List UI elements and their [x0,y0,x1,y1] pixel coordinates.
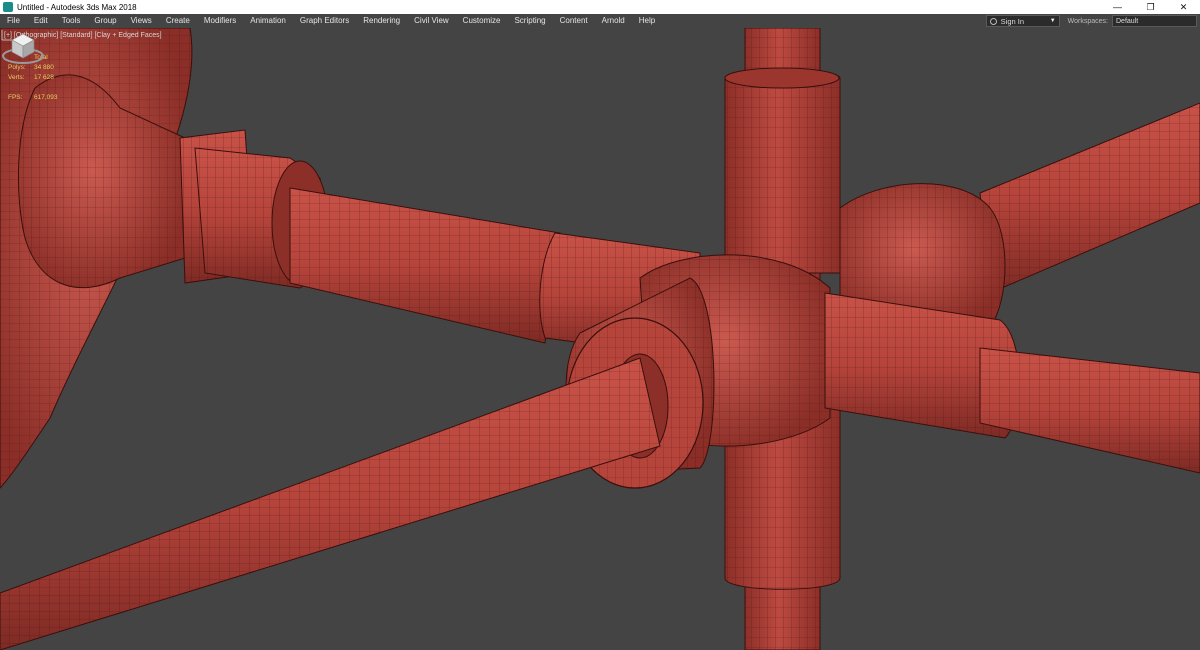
menu-arnold[interactable]: Arnold [595,14,632,28]
menu-graph-editors[interactable]: Graph Editors [293,14,356,28]
workspace-dropdown[interactable]: Default [1112,15,1197,27]
restore-button[interactable]: ❐ [1134,0,1167,14]
rod-upper-left[interactable] [289,187,561,344]
perspective-viewport[interactable]: [+] [Orthographic] [Standard] [Clay + Ed… [0,28,1200,650]
menu-rendering[interactable]: Rendering [356,14,407,28]
sign-in-dropdown[interactable]: Sign In ▼ [985,15,1060,27]
menu-file[interactable]: File [0,14,27,28]
menu-scripting[interactable]: Scripting [507,14,552,28]
verts-value: 17 628 [34,74,54,81]
menu-help[interactable]: Help [632,14,662,28]
fps-label: FPS: [8,94,23,101]
chevron-down-icon: ▼ [1049,18,1056,24]
app-icon [3,2,13,12]
rod-lower-left[interactable] [0,357,661,650]
menu-bar: File Edit Tools Group Views Create Modif… [0,14,1200,28]
rod-upper-right[interactable] [979,102,1200,294]
menu-customize[interactable]: Customize [456,14,508,28]
rod-lower-right[interactable] [824,292,1200,474]
menu-tools[interactable]: Tools [55,14,88,28]
fps-value: 617,093 [34,94,58,101]
minimize-button[interactable]: — [1101,0,1134,14]
menu-create[interactable]: Create [159,14,197,28]
menu-civil-view[interactable]: Civil View [407,14,456,28]
verts-label: Verts: [8,74,25,81]
title-bar: Untitled - Autodesk 3ds Max 2018 — ❐ ✕ [0,0,1200,14]
menu-content[interactable]: Content [553,14,595,28]
menu-views[interactable]: Views [124,14,159,28]
menu-group[interactable]: Group [87,14,123,28]
workspace-value: Default [1116,17,1139,25]
menu-modifiers[interactable]: Modifiers [197,14,243,28]
menu-animation[interactable]: Animation [243,14,293,28]
close-button[interactable]: ✕ [1167,0,1200,14]
scene-render [0,28,1200,650]
workspaces-label: Workspaces: [1067,17,1108,25]
user-icon [989,17,997,25]
menu-edit[interactable]: Edit [27,14,55,28]
window-title: Untitled - Autodesk 3ds Max 2018 [17,2,137,12]
axis-tripod-icon [1,30,12,41]
sign-in-label: Sign In [1000,16,1025,26]
